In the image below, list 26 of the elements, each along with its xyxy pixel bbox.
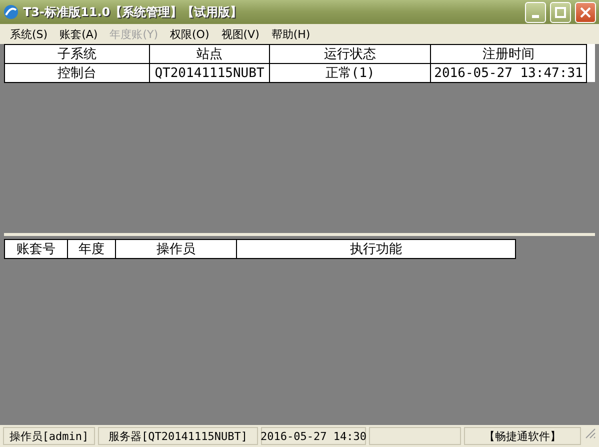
maximize-button[interactable] xyxy=(550,2,571,22)
table-cell: QT20141115NUBT xyxy=(149,63,270,83)
maximize-icon xyxy=(555,6,566,18)
minimize-button[interactable] xyxy=(525,2,546,22)
column-header[interactable]: 年度 xyxy=(67,239,116,259)
status-pane: 2016-05-27 14:30 xyxy=(261,427,366,445)
menu-item[interactable]: 系统(S) xyxy=(4,26,54,42)
menu-item[interactable]: 帮助(H) xyxy=(265,26,316,42)
table-cell: 2016-05-27 13:47:31 xyxy=(430,63,587,83)
resize-grip-icon xyxy=(584,427,596,439)
status-pane: 操作员[admin] xyxy=(3,427,95,445)
status-pane: 服务器[QT20141115NUBT] xyxy=(98,427,258,445)
column-header[interactable]: 账套号 xyxy=(4,239,68,259)
minimize-icon xyxy=(532,14,539,18)
app-logo-icon xyxy=(3,4,19,20)
window-title: T3-标准版11.0【系统管理】【试用版】 xyxy=(23,4,244,20)
close-button[interactable] xyxy=(575,2,596,22)
menu-item[interactable]: 视图(V) xyxy=(215,26,266,42)
table-cell: 正常(1) xyxy=(269,63,431,83)
menu-item[interactable]: 账套(A) xyxy=(54,26,104,42)
menu-item[interactable]: 权限(O) xyxy=(164,26,216,42)
status-pane: 【畅捷通软件】 xyxy=(464,427,581,445)
table-cell: 控制台 xyxy=(4,63,150,83)
column-header[interactable]: 操作员 xyxy=(115,239,237,259)
close-icon xyxy=(580,6,591,18)
column-header[interactable]: 执行功能 xyxy=(236,239,516,259)
